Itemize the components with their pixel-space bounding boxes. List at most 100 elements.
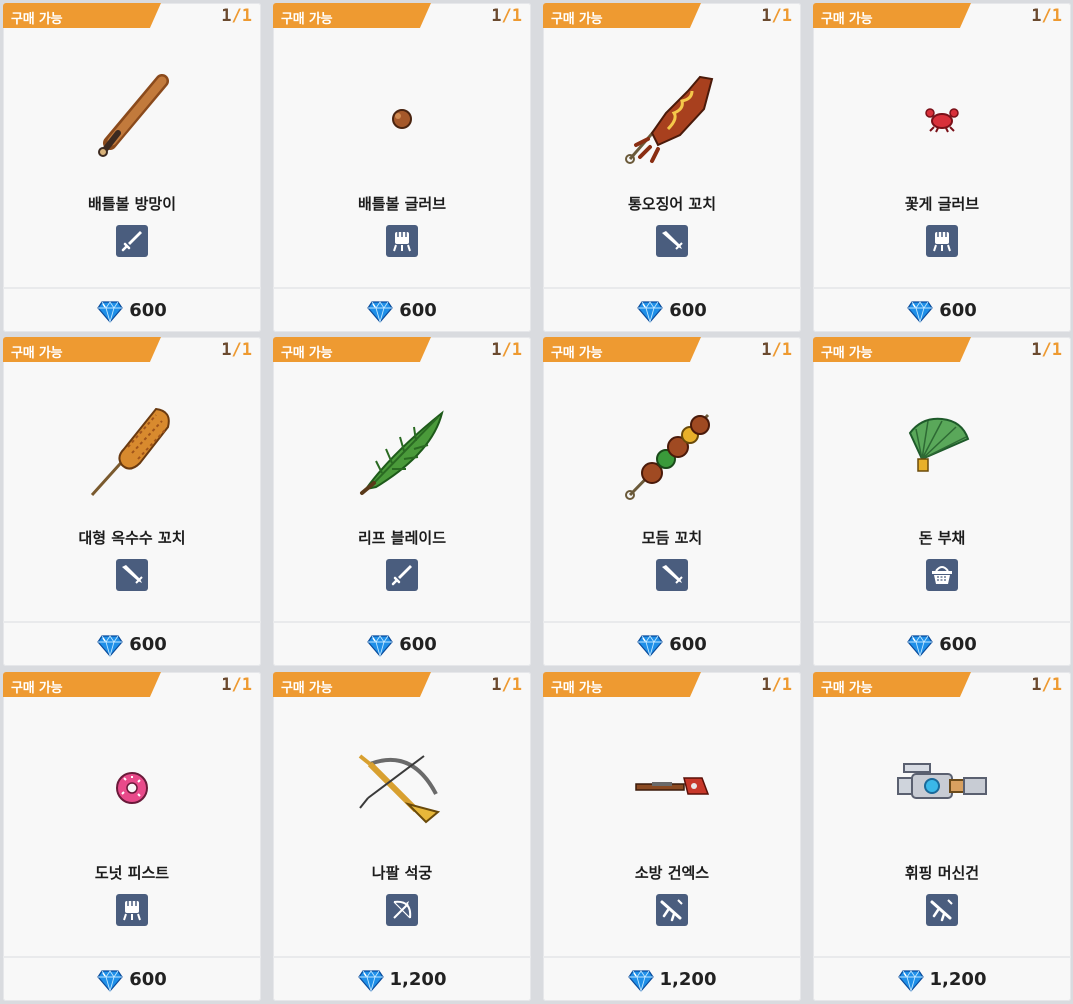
shop-item-card[interactable]: 구매 가능 1/1 꽃게 글러브 600 <box>813 3 1071 332</box>
price-button[interactable]: 600 <box>3 289 261 332</box>
status-badge: 구매 가능 <box>813 337 971 362</box>
status-badge: 구매 가능 <box>813 3 971 28</box>
shop-item-card[interactable]: 구매 가능 1/1 배틀볼 방망이 600 <box>3 3 261 332</box>
item-name: 배틀볼 방망이 <box>87 195 177 213</box>
item-name: 통오징어 꼬치 <box>627 195 717 213</box>
purchase-total: 1 <box>1051 6 1062 26</box>
price-value: 600 <box>399 634 437 655</box>
blade-icon <box>656 559 688 591</box>
shop-item-card[interactable]: 구매 가능 1/1 도넛 피스트 600 <box>3 672 261 1001</box>
item-name: 휘핑 머신건 <box>904 864 980 882</box>
price-button[interactable]: 1,200 <box>813 958 1071 1001</box>
counter-separator: / <box>501 6 512 26</box>
fist-icon <box>116 894 148 926</box>
purchase-limit-counter: 1/1 <box>761 6 792 26</box>
purchase-limit-counter: 1/1 <box>221 340 252 360</box>
shop-item-card[interactable]: 구매 가능 1/1 리프 블레이드 600 <box>273 337 531 666</box>
purchase-total: 1 <box>1051 675 1062 695</box>
counter-separator: / <box>1041 340 1052 360</box>
price-button[interactable]: 600 <box>543 623 801 666</box>
shop-item-card[interactable]: 구매 가능 1/1 대형 옥수수 꼬치 600 <box>3 337 261 666</box>
gem-icon <box>637 632 663 658</box>
gem-icon <box>637 298 663 324</box>
counter-separator: / <box>771 340 782 360</box>
counter-separator: / <box>771 675 782 695</box>
sword-icon <box>116 225 148 257</box>
status-label: 구매 가능 <box>821 681 873 696</box>
purchase-count: 1 <box>491 675 502 695</box>
purchase-limit-counter: 1/1 <box>1031 6 1062 26</box>
rifle-icon <box>926 894 958 926</box>
status-label: 구매 가능 <box>281 346 333 361</box>
status-badge: 구매 가능 <box>3 672 161 697</box>
rifle-icon <box>656 894 688 926</box>
counter-separator: / <box>1041 6 1052 26</box>
price-button[interactable]: 1,200 <box>543 958 801 1001</box>
price-button[interactable]: 600 <box>273 289 531 332</box>
mixed-skewer-icon <box>622 403 722 503</box>
status-label: 구매 가능 <box>281 12 333 27</box>
price-value: 600 <box>129 634 167 655</box>
shop-item-card[interactable]: 구매 가능 1/1 소방 건엑스 1,200 <box>543 672 801 1001</box>
price-button[interactable]: 600 <box>813 623 1071 666</box>
status-badge: 구매 가능 <box>273 672 431 697</box>
fist-icon <box>926 225 958 257</box>
price-button[interactable]: 600 <box>3 623 261 666</box>
purchase-total: 1 <box>241 675 252 695</box>
price-button[interactable]: 1,200 <box>273 958 531 1001</box>
item-name: 리프 블레이드 <box>357 529 447 547</box>
shop-item-card[interactable]: 구매 가능 1/1 휘핑 머신건 1,200 <box>813 672 1071 1001</box>
purchase-limit-counter: 1/1 <box>491 675 522 695</box>
gem-icon <box>97 967 123 993</box>
shop-item-card[interactable]: 구매 가능 1/1 배틀볼 글러브 600 <box>273 3 531 332</box>
counter-separator: / <box>231 6 242 26</box>
price-button[interactable]: 600 <box>3 958 261 1001</box>
corn-skewer-icon <box>82 403 182 503</box>
status-badge: 구매 가능 <box>543 672 701 697</box>
blade-icon <box>656 225 688 257</box>
status-label: 구매 가능 <box>11 681 63 696</box>
status-badge: 구매 가능 <box>3 3 161 28</box>
counter-separator: / <box>231 675 242 695</box>
gem-icon <box>367 298 393 324</box>
whipping-machine-gun-icon <box>892 738 992 838</box>
purchase-count: 1 <box>1031 675 1042 695</box>
item-name: 나팔 석궁 <box>371 864 433 882</box>
status-badge: 구매 가능 <box>3 337 161 362</box>
purchase-count: 1 <box>1031 340 1042 360</box>
purchase-count: 1 <box>761 6 772 26</box>
purchase-limit-counter: 1/1 <box>491 6 522 26</box>
item-name: 대형 옥수수 꼬치 <box>78 529 186 547</box>
purchase-count: 1 <box>221 675 232 695</box>
price-button[interactable]: 600 <box>273 623 531 666</box>
price-value: 600 <box>129 300 167 321</box>
purchase-total: 1 <box>781 675 792 695</box>
money-fan-icon <box>892 403 992 503</box>
donut-icon <box>82 738 182 838</box>
status-label: 구매 가능 <box>281 681 333 696</box>
price-value: 1,200 <box>659 969 717 990</box>
baseball-glove-icon <box>352 69 452 169</box>
price-value: 1,200 <box>389 969 447 990</box>
gem-icon <box>627 967 654 993</box>
price-button[interactable]: 600 <box>543 289 801 332</box>
price-value: 600 <box>669 634 707 655</box>
purchase-count: 1 <box>761 340 772 360</box>
counter-separator: / <box>771 6 782 26</box>
squid-skewer-icon <box>622 69 722 169</box>
purchase-limit-counter: 1/1 <box>1031 675 1062 695</box>
leaf-blade-icon <box>352 403 452 503</box>
purchase-count: 1 <box>1031 6 1042 26</box>
price-value: 600 <box>399 300 437 321</box>
status-label: 구매 가능 <box>551 681 603 696</box>
shop-item-card[interactable]: 구매 가능 1/1 통오징어 꼬치 600 <box>543 3 801 332</box>
status-badge: 구매 가능 <box>543 337 701 362</box>
status-label: 구매 가능 <box>821 12 873 27</box>
shop-item-card[interactable]: 구매 가능 1/1 모듬 꼬치 600 <box>543 337 801 666</box>
price-button[interactable]: 600 <box>813 289 1071 332</box>
shop-item-card[interactable]: 구매 가능 1/1 나팔 석궁 1,200 <box>273 672 531 1001</box>
item-name: 꽃게 글러브 <box>904 195 980 213</box>
purchase-limit-counter: 1/1 <box>1031 340 1062 360</box>
baseball-bat-icon <box>82 69 182 169</box>
shop-item-card[interactable]: 구매 가능 1/1 돈 부채 600 <box>813 337 1071 666</box>
